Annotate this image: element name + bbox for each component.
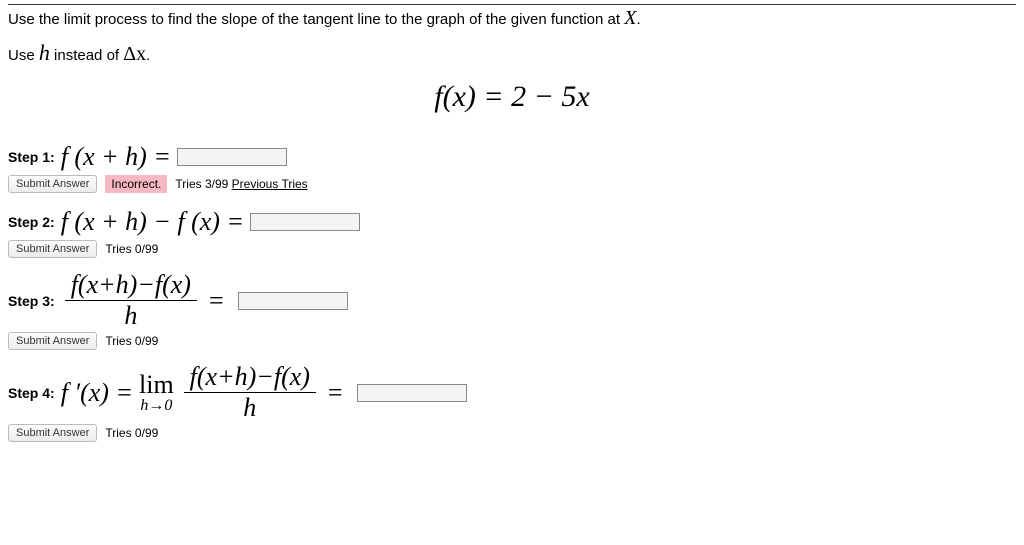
step-2-tries: Tries 0/99	[105, 242, 158, 256]
step-2-expression: f (x + h) − f (x) =	[61, 207, 244, 237]
fraction-denominator: h	[124, 301, 137, 329]
step-4-expression: f ′(x) = lim h→0 f(x+h)−f(x) h =	[61, 364, 351, 421]
step-3-expression: f(x+h)−f(x) h =	[61, 272, 232, 329]
fraction-denominator: h	[243, 393, 256, 421]
step-1-tries: Tries 3/99 Previous Tries	[175, 177, 307, 191]
fraction-numerator: f(x+h)−f(x)	[184, 364, 316, 393]
step-3-submit-row: Submit Answer Tries 0/99	[8, 332, 1016, 350]
sub-instruction-h: h	[39, 40, 50, 65]
step-1-submit-row: Submit Answer Incorrect. Tries 3/99 Prev…	[8, 175, 1016, 193]
sub-instruction-mid: instead of	[54, 47, 119, 64]
step-3-tries: Tries 0/99	[105, 334, 158, 348]
step-3-input[interactable]	[238, 292, 348, 310]
incorrect-badge: Incorrect.	[105, 175, 167, 193]
limit-bottom: h→0	[140, 398, 172, 414]
step-2-label: Step 2:	[8, 214, 55, 230]
limit-top: lim	[139, 372, 174, 398]
submit-button[interactable]: Submit Answer	[8, 240, 97, 258]
instruction-text: Use the limit process to find the slope …	[8, 7, 1016, 30]
tries-text: Tries 3/99	[175, 177, 228, 191]
instruction-main: Use the limit process to find the slope …	[8, 11, 620, 28]
previous-tries-link[interactable]: Previous Tries	[232, 177, 308, 191]
fraction: f(x+h)−f(x) h	[65, 272, 197, 329]
instruction-var: X	[624, 7, 636, 29]
sub-instruction: Use h instead of Δx.	[8, 40, 1016, 66]
sub-instruction-pre: Use	[8, 47, 35, 64]
step-4-label: Step 4:	[8, 385, 55, 401]
fraction: f(x+h)−f(x) h	[184, 364, 316, 421]
top-rule	[8, 4, 1016, 5]
step-1-input[interactable]	[177, 148, 287, 166]
step-1-label: Step 1:	[8, 149, 55, 165]
step-1-row: Step 1: f (x + h) =	[8, 142, 1016, 172]
step-3-label: Step 3:	[8, 293, 55, 309]
step-4-lhs: f ′(x) =	[61, 378, 133, 408]
step-2-row: Step 2: f (x + h) − f (x) =	[8, 207, 1016, 237]
step-2-submit-row: Submit Answer Tries 0/99	[8, 240, 1016, 258]
equals-sign: =	[209, 286, 224, 316]
submit-button[interactable]: Submit Answer	[8, 175, 97, 193]
step-4-submit-row: Submit Answer Tries 0/99	[8, 424, 1016, 442]
step-1-expression: f (x + h) =	[61, 142, 171, 172]
step-4-input[interactable]	[357, 384, 467, 402]
submit-button[interactable]: Submit Answer	[8, 424, 97, 442]
step-4-row: Step 4: f ′(x) = lim h→0 f(x+h)−f(x) h =	[8, 364, 1016, 421]
step-2-input[interactable]	[250, 213, 360, 231]
step-3-row: Step 3: f(x+h)−f(x) h =	[8, 272, 1016, 329]
step-4-tries: Tries 0/99	[105, 426, 158, 440]
limit-notation: lim h→0	[139, 372, 174, 414]
fraction-numerator: f(x+h)−f(x)	[65, 272, 197, 301]
submit-button[interactable]: Submit Answer	[8, 332, 97, 350]
sub-instruction-dx: Δx	[123, 43, 146, 65]
equals-sign: =	[328, 378, 343, 408]
main-equation: f(x) = 2 − 5x	[8, 80, 1016, 114]
